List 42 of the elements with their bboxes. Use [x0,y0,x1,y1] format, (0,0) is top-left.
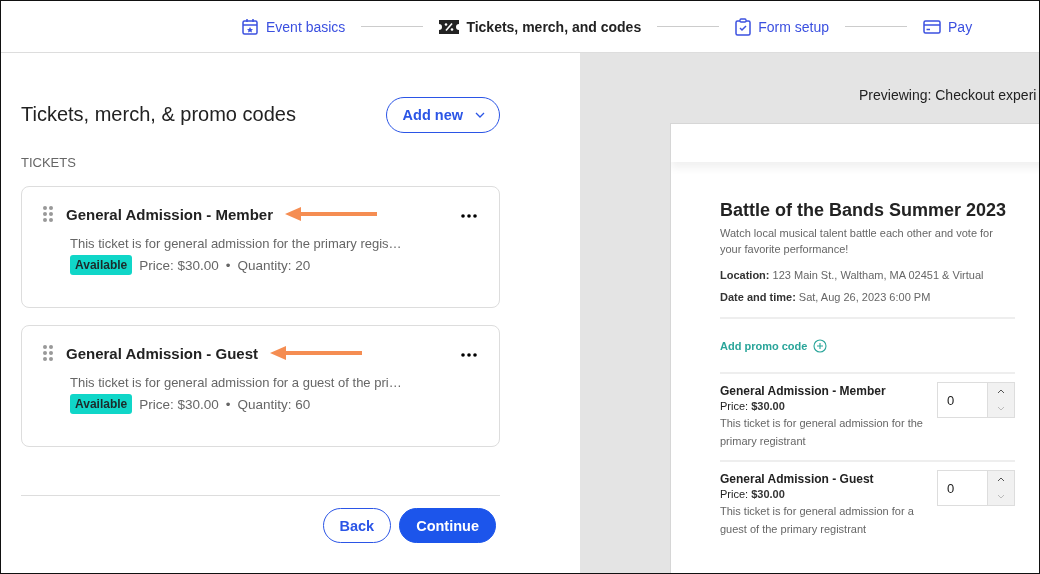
event-date: Date and time: Sat, Aug 26, 2023 6:00 PM [720,291,932,303]
status-badge: Available [70,255,133,275]
ticket-name: General Admission - Member [720,384,887,398]
calendar-icon [241,17,259,36]
ticket-card[interactable]: General Admission - Member This ticket is for general admission for the primary regis… Available Price: $30.00 • Quantity: 20 [21,186,500,308]
ticket-icon [439,19,460,34]
add-new-button[interactable]: Add new [385,97,500,133]
event-title: Battle of the Bands Summer 2023 [720,200,1008,221]
preview-heading: Previewing: Checkout experi [859,87,1038,105]
section-label: TICKETS [21,155,77,170]
ticket-price: Price: $30.00 [139,396,219,412]
panel-title: Tickets, merch, & promo codes [21,102,296,126]
ticket-card[interactable]: General Admission - Guest This ticket is for general admission for a guest of the pri… Available Price: $30.00 • Quantity: 60 [21,325,500,447]
step-tab[interactable]: Event basics [241,17,346,36]
ticket-price: Price: $30.00 [720,400,786,412]
continue-button[interactable]: Continue [399,508,496,543]
ticket-quantity: Quantity: 60 [237,396,311,412]
ticket-description: This ticket is for general admission for the primary registrant [720,416,924,449]
step-tab[interactable]: Pay [923,18,973,35]
back-button[interactable]: Back [322,508,392,543]
ticket-price: Price: $30.00 [139,257,219,273]
event-location: Location: 123 Main St., Waltham, MA 02451 & Virtual [720,269,985,281]
chevron-down-icon [475,112,485,118]
ticket-name: General Admission - Guest [720,472,875,486]
drag-handle-icon[interactable] [42,205,54,223]
step-tab[interactable]: Tickets, merch, and codes [439,18,642,35]
ticket-description: This ticket is for general admission for the primary regis… [70,236,403,251]
drag-handle-icon[interactable] [42,344,54,362]
ticket-name: General Admission - Guest [66,344,258,362]
event-description: Watch local musical talent battle each other and vote for your favorite performance! [720,226,994,257]
separator-dot: • [225,396,231,412]
ticket-description: This ticket is for general admission for a guest of the primary registrant [720,504,915,537]
ticket-quantity: Quantity: 20 [237,257,311,273]
ticket-description: This ticket is for general admission for a guest of the pri… [70,375,403,390]
credit-card-icon [923,19,941,34]
plus-circle-icon [813,339,828,353]
separator-dot: • [225,257,231,273]
clipboard-icon [735,17,752,36]
ticket-name: General Admission - Member [66,205,273,223]
step-tab[interactable]: Form setup [735,17,829,36]
ticket-price: Price: $30.00 [720,488,786,500]
status-badge: Available [70,394,133,414]
